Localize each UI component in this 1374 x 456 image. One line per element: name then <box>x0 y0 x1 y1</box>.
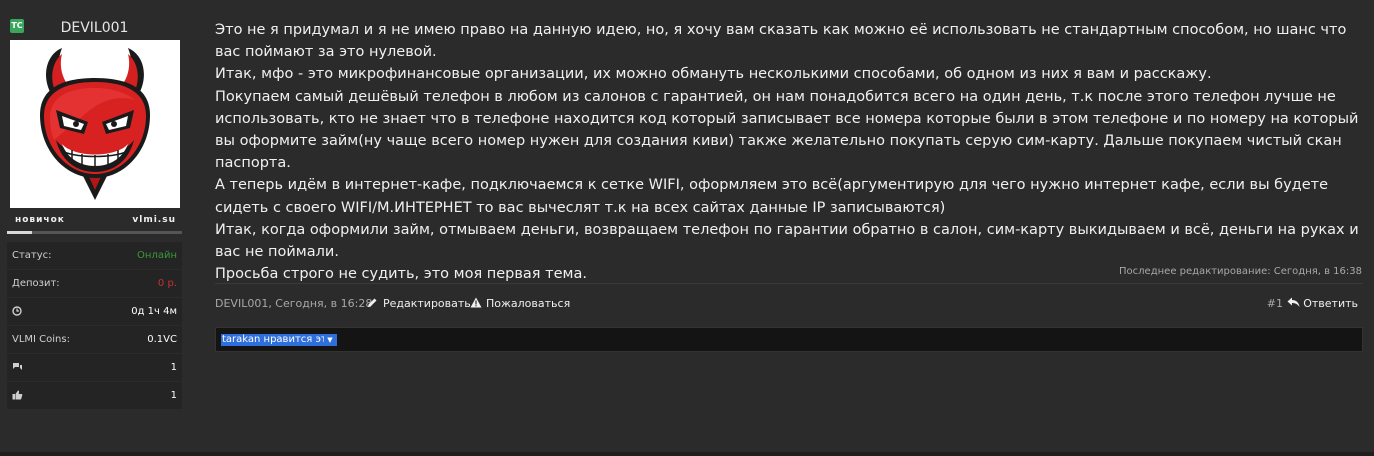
chevron-down-icon[interactable]: ▼ <box>324 334 336 346</box>
stat-deposit: Депозит: 0 р. <box>7 270 182 297</box>
stat-value: Онлайн <box>137 250 177 261</box>
clock-icon <box>12 306 22 319</box>
site-name: vlmi.su <box>132 215 176 225</box>
user-stats: Статус: Онлайн Депозит: 0 р. 0д 1ч 4м VL… <box>7 242 182 410</box>
stat-label: VLMI Coins: <box>12 334 70 345</box>
user-rank: новичок <box>15 215 65 225</box>
post-author-date[interactable]: DEVIL001, Сегодня, в 16:28 <box>215 297 372 310</box>
stat-value: 1 <box>170 390 177 401</box>
last-edit-note: Последнее редактирование: Сегодня, в 16:… <box>1119 266 1362 277</box>
report-label: Пожаловаться <box>486 297 571 310</box>
divider <box>215 283 1363 284</box>
stat-value: 0.1VC <box>147 334 177 345</box>
comments-icon <box>12 362 23 375</box>
rank-bar: новичок vlmi.su <box>7 215 182 229</box>
warning-icon <box>470 297 482 308</box>
post-number-link[interactable]: #1 <box>1267 297 1283 310</box>
pencil-icon <box>367 297 379 308</box>
post-paragraph: Покупаем самый дешёвый телефон в любом и… <box>215 88 1359 172</box>
username-link[interactable]: DEVIL001 <box>7 20 182 36</box>
reply-label: Ответить <box>1303 297 1358 310</box>
avatar[interactable] <box>10 40 180 208</box>
post-paragraph: Это не я придумал и я не имею право на д… <box>215 22 1347 61</box>
stat-value: 0 р. <box>157 278 177 289</box>
edit-label: Редактировать <box>383 297 471 310</box>
reply-icon <box>1287 297 1300 308</box>
report-button[interactable]: Пожаловаться <box>470 297 570 310</box>
stat-label: Депозит: <box>12 278 60 289</box>
rank-progress-bar <box>7 231 182 234</box>
red-devil-avatar-icon <box>40 48 150 200</box>
likes-summary: tarakan нравится это. ▼ <box>215 327 1363 352</box>
rank-progress-fill <box>7 231 32 234</box>
stat-likes: 1 <box>7 382 182 409</box>
stat-status: Статус: Онлайн <box>7 242 182 269</box>
stat-messages: 1 <box>7 354 182 381</box>
post-footer: DEVIL001, Сегодня, в 16:28 Редактировать… <box>215 297 1363 313</box>
thumbs-up-icon <box>12 390 23 403</box>
stat-online-time: 0д 1ч 4м <box>7 298 182 325</box>
reply-button[interactable]: Ответить <box>1287 297 1358 310</box>
stat-coins: VLMI Coins: 0.1VC <box>7 326 182 353</box>
stat-value: 1 <box>170 362 177 373</box>
edit-button[interactable]: Редактировать <box>367 297 471 310</box>
stat-value: 0д 1ч 4м <box>131 306 177 317</box>
post-paragraph: Итак, мфо - это микрофинансовые организа… <box>215 66 1212 83</box>
post-paragraph: Итак, когда оформили займ, отмываем день… <box>215 221 1359 261</box>
post-message: Это не я придумал и я не имею право на д… <box>215 19 1365 285</box>
bottom-strip <box>0 452 1374 456</box>
post-paragraph: А теперь идём в интернет-кафе, подключае… <box>215 177 1328 216</box>
stat-label: Статус: <box>12 250 52 261</box>
likes-text[interactable]: tarakan нравится это. <box>221 334 338 346</box>
